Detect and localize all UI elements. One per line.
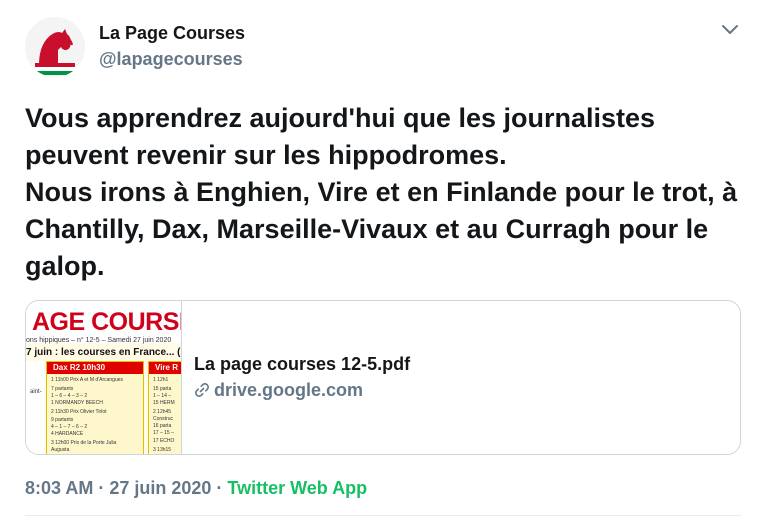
thumbnail-line: 4 – 1 – 7 – 6 – 2 [51,424,88,430]
tweet: La Page Courses @lapagecourses Vous appr… [0,0,773,525]
divider [25,515,741,516]
tweet-text: Vous apprendrez aujourd'hui que les jour… [25,100,745,285]
thumbnail-line: 16 parta [153,423,172,429]
tweet-meta: 8:03 AM · 27 juin 2020 · Twitter Web App [25,478,367,499]
card-link[interactable]: drive.google.com [194,380,363,401]
tweet-source-app[interactable]: Twitter Web App [227,478,367,498]
link-icon [195,383,209,397]
card-link-text: drive.google.com [214,380,364,400]
thumbnail-line: 1 NORMANDY BEECH [51,400,103,406]
thumbnail-line: 1 – 14 – [153,393,172,399]
thumbnail-line: 9 partants [51,417,74,423]
tweet-date[interactable]: 27 juin 2020 [109,478,211,498]
thumbnail-line: 15 parta [153,386,172,392]
thumbnail-column-head: Vire R [149,362,181,374]
card-title[interactable]: La page courses 12-5.pdf [194,354,410,375]
thumbnail-line: aint- [30,389,42,395]
chevron-down-icon[interactable] [720,22,740,38]
thumbnail-line: 3 13h15 [153,447,172,453]
thumbnail-line: 2 12h45 [153,409,172,415]
meta-separator: · [93,478,110,498]
thumbnail-line: 7 partants [51,386,74,392]
thumbnail-line: Augusta [51,447,70,453]
author-name[interactable]: La Page Courses [99,23,245,44]
thumbnail-line: 1 – 6 – 4 – 3 – 2 [51,393,88,399]
author-handle[interactable]: @lapagecourses [99,49,243,70]
thumbnail-line: 1 12h1 [153,377,169,383]
thumbnail-column-vire: Vire R 1 12h1 15 parta 1 – 14 – 15 HERM … [148,361,181,454]
horse-logo-icon [25,17,85,77]
avatar[interactable] [25,17,85,77]
thumbnail-line: 17 – 15 – [153,430,174,436]
thumbnail-banner-text: AGE COURSES [32,308,181,336]
thumbnail-subtitle: ons hippiques – n° 12-5 – Samedi 27 juin… [26,337,172,344]
thumbnail-column-dax: Dax R2 10h30 1 11h00 Prix A et M d'Arcan… [46,361,144,454]
meta-separator: · [211,478,228,498]
thumbnail-line: Construc [153,416,174,422]
tweet-paragraph: Nous irons à Enghien, Vire et en Finland… [25,177,738,281]
thumbnail-column-head: Dax R2 10h30 [47,362,143,374]
thumbnail-line: 17 ECHO [153,438,175,444]
tweet-time[interactable]: 8:03 AM [25,478,93,498]
thumbnail-line: 2 11h30 Prix Olivier Tirlot [51,409,107,415]
thumbnail-line: 3 12h00 Prix de la Porte Julia [51,440,117,446]
link-card[interactable]: AGE COURSES ons hippiques – n° 12-5 – Sa… [25,300,741,455]
thumbnail-line: 15 HERM [153,400,175,406]
thumbnail-line: 1 11h00 Prix A et M d'Arcangues [51,377,124,383]
thumbnail-heading: 7 juin : les courses en France... ( [26,347,181,358]
thumbnail-line: 4 HARDANCE [51,431,84,437]
card-thumbnail[interactable]: AGE COURSES ons hippiques – n° 12-5 – Sa… [26,301,182,454]
tweet-paragraph: Vous apprendrez aujourd'hui que les jour… [25,103,656,170]
thumbnail-left-column: aint- [26,361,44,454]
